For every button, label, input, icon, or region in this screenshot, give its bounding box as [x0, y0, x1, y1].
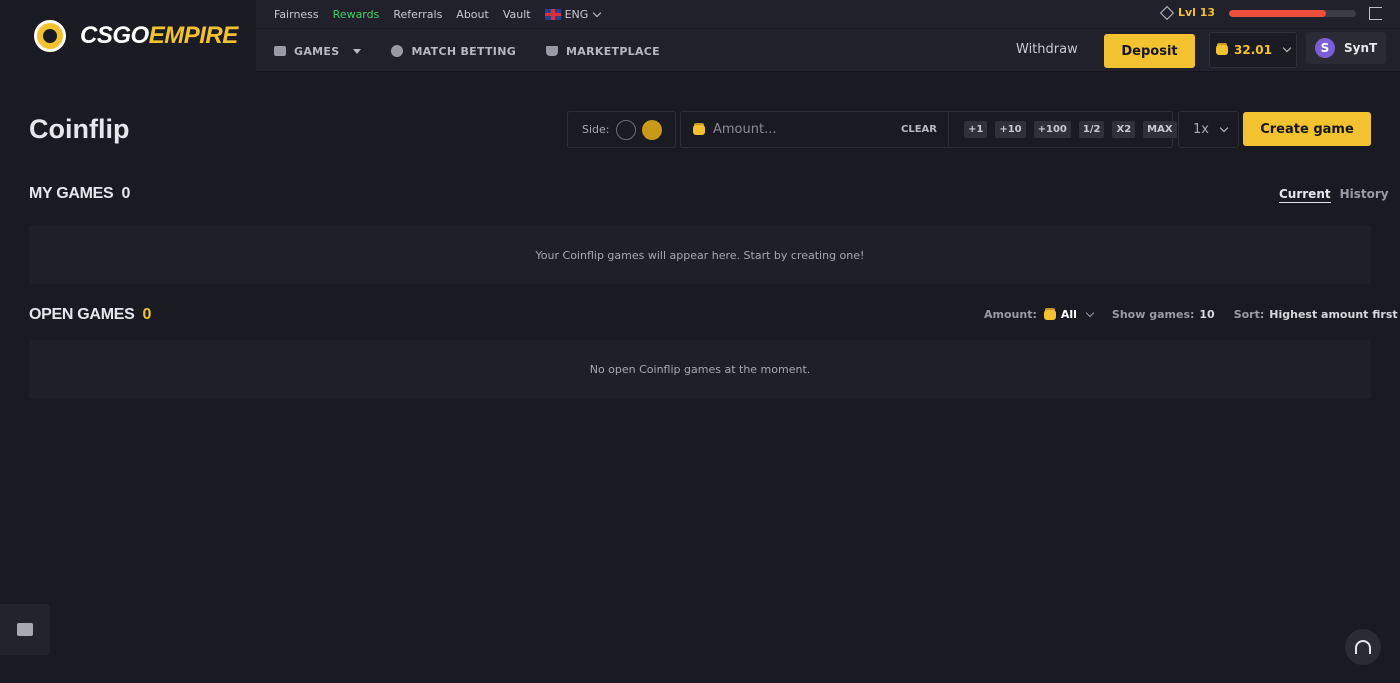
- sort-label: Sort:: [1233, 308, 1265, 321]
- tab-current[interactable]: Current: [1279, 187, 1331, 203]
- user-menu[interactable]: S SynT: [1306, 32, 1386, 64]
- header: CSGOEMPIRE Fairness Rewards Referrals Ab…: [0, 0, 1400, 72]
- nav-match-betting[interactable]: MATCH BETTING: [391, 45, 516, 58]
- support-button[interactable]: [1345, 629, 1381, 665]
- coin-icon: [1043, 309, 1056, 320]
- chevron-down-icon: [1282, 43, 1292, 53]
- uk-flag-icon: [544, 9, 561, 20]
- page-title: Coinflip: [29, 114, 130, 144]
- coin-icon: [1216, 45, 1229, 55]
- t-side-icon[interactable]: [641, 119, 662, 140]
- avatar: S: [1315, 38, 1335, 58]
- create-game-button[interactable]: Create game: [1243, 112, 1371, 146]
- chevron-down-icon: [1085, 308, 1095, 317]
- quick-max-button[interactable]: MAX: [1143, 121, 1177, 138]
- logo-emblem-icon: [34, 20, 66, 52]
- logo-text-gold: EMPIRE: [148, 22, 239, 49]
- username: SynT: [1344, 41, 1378, 55]
- open-games-empty-state: No open Coinflip games at the moment.: [29, 340, 1371, 398]
- quick-plus-1-button[interactable]: +1: [964, 121, 988, 138]
- level-indicator[interactable]: Lvl 13: [1159, 5, 1216, 20]
- nav-games-label: GAMES: [294, 44, 340, 58]
- amount-input-group: Amount... CLEAR +1 +10 +100 1/2 X2 MAX: [680, 111, 1177, 148]
- nav-match-betting-label: MATCH BETTING: [411, 44, 517, 58]
- show-games-label: Show games:: [1111, 308, 1195, 321]
- open-games-filters: Amount: All Show games: 10 Sort: Highest…: [984, 308, 1398, 321]
- tab-history[interactable]: History: [1340, 187, 1389, 203]
- headset-icon: [1355, 640, 1371, 654]
- chat-toggle-button[interactable]: [0, 604, 50, 655]
- amount-filter-label: Amount:: [984, 308, 1037, 321]
- language-selector[interactable]: ENG: [544, 7, 602, 21]
- balance-value: 32.01: [1234, 43, 1272, 57]
- sort-filter[interactable]: Sort: Highest amount first: [1234, 308, 1398, 321]
- chevron-down-icon: [1219, 123, 1229, 132]
- deposit-button[interactable]: Deposit: [1104, 34, 1195, 68]
- divider: [256, 28, 1400, 29]
- divider: [948, 112, 949, 147]
- nav-marketplace-label: MARKETPLACE: [566, 44, 660, 58]
- level-diamond-icon: [1159, 5, 1175, 20]
- xp-progress-bar: [1229, 10, 1356, 17]
- withdraw-button[interactable]: Withdraw: [1016, 42, 1078, 57]
- ct-side-icon[interactable]: [615, 119, 636, 140]
- my-games-heading: MY GAMES 0: [29, 185, 130, 203]
- quick-double-button[interactable]: X2: [1112, 121, 1136, 138]
- nav-marketplace[interactable]: MARKETPLACE: [546, 45, 660, 58]
- nav-rewards[interactable]: Rewards: [333, 8, 380, 21]
- open-games-title: OPEN GAMES: [29, 306, 135, 323]
- globe-icon: [391, 45, 404, 57]
- balance-dropdown[interactable]: 32.01: [1209, 32, 1297, 68]
- multiplier-value: 1x: [1193, 122, 1209, 137]
- nav-referrals[interactable]: Referrals: [393, 8, 442, 21]
- chevron-down-icon: [593, 8, 602, 17]
- clear-button[interactable]: CLEAR: [901, 124, 937, 135]
- quick-plus-100-button[interactable]: +100: [1033, 121, 1071, 138]
- nav-games[interactable]: GAMES: [274, 44, 362, 58]
- xp-progress-fill: [1229, 10, 1326, 17]
- side-selector: Side:: [567, 111, 676, 148]
- amount-filter-value: All: [1060, 308, 1077, 321]
- my-games-count: 0: [121, 185, 131, 202]
- nav-vault[interactable]: Vault: [503, 8, 531, 21]
- nav-about[interactable]: About: [456, 8, 489, 21]
- top-nav: Fairness Rewards Referrals About Vault E…: [274, 0, 602, 28]
- show-games-filter[interactable]: Show games: 10: [1112, 308, 1215, 321]
- quick-amount-buttons: +1 +10 +100 1/2 X2 MAX: [964, 121, 1177, 138]
- cart-icon: [546, 46, 559, 56]
- caret-down-icon: [353, 48, 362, 54]
- logo[interactable]: CSGOEMPIRE: [0, 0, 256, 72]
- language-label: ENG: [564, 7, 589, 21]
- quick-plus-10-button[interactable]: +10: [995, 121, 1026, 138]
- quick-half-button[interactable]: 1/2: [1078, 121, 1105, 138]
- my-games-empty-state: Your Coinflip games will appear here. St…: [29, 226, 1371, 284]
- coin-icon: [693, 124, 705, 135]
- nav-fairness[interactable]: Fairness: [274, 8, 319, 21]
- show-games-value: 10: [1199, 308, 1215, 321]
- amount-input[interactable]: Amount...: [713, 122, 893, 137]
- side-label: Side:: [582, 123, 610, 136]
- sort-value: Highest amount first: [1269, 308, 1398, 321]
- gamepad-icon: [274, 46, 286, 56]
- level-label: Lvl 13: [1178, 6, 1216, 19]
- amount-filter[interactable]: Amount: All: [984, 308, 1095, 321]
- main-nav: GAMES MATCH BETTING MARKETPLACE: [274, 30, 660, 72]
- open-games-heading: OPEN GAMES 0: [29, 306, 151, 324]
- my-games-title: MY GAMES: [29, 185, 114, 202]
- multiplier-select[interactable]: 1x: [1178, 111, 1239, 148]
- logo-text-white: CSGO: [80, 22, 149, 49]
- my-games-tabs: Current History: [1279, 187, 1389, 203]
- open-games-count: 0: [142, 306, 152, 323]
- logout-icon[interactable]: [1369, 7, 1382, 20]
- chat-icon: [17, 623, 33, 636]
